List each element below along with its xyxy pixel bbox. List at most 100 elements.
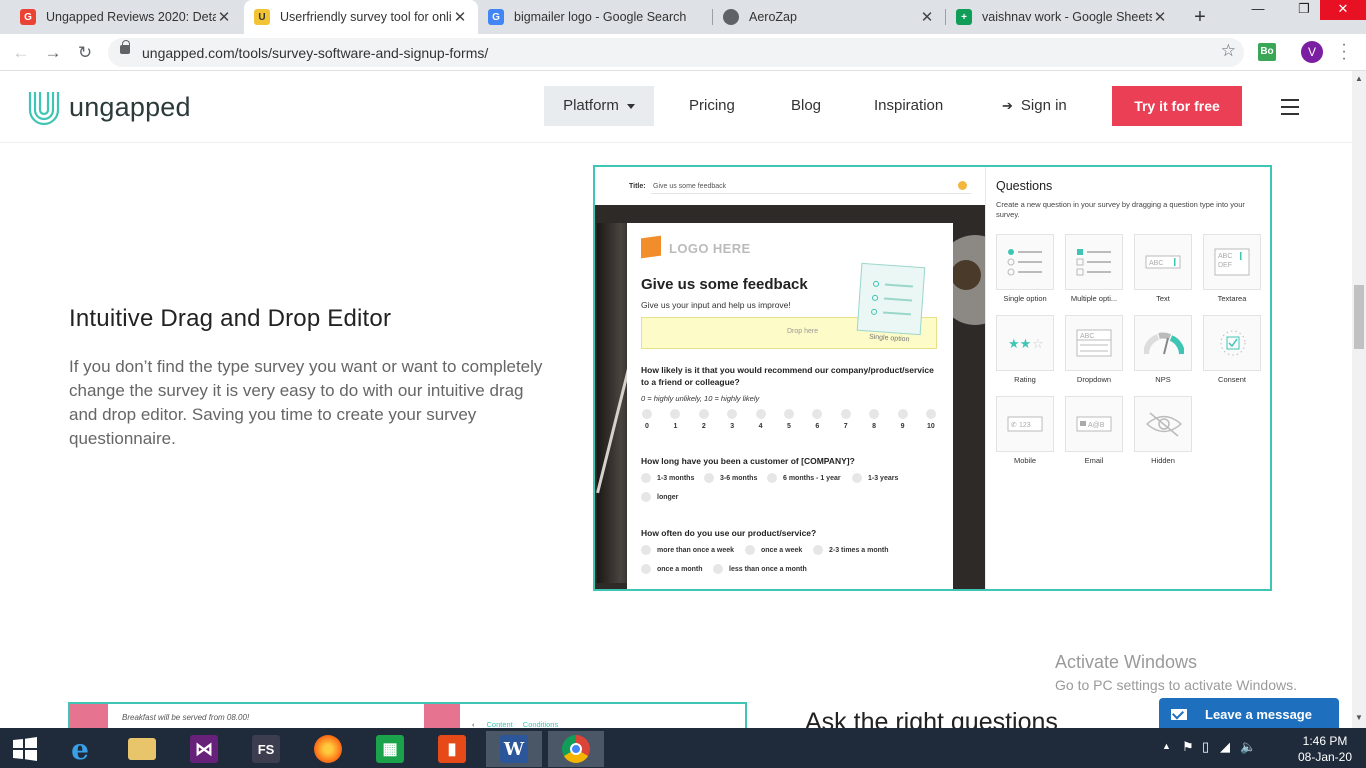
nav-signin[interactable]: ➔ Sign in — [1002, 86, 1067, 126]
radio-option[interactable]: once a month — [641, 564, 703, 574]
fs-app[interactable]: FS — [238, 731, 294, 767]
taskbar-clock[interactable]: 1:46 PM 08-Jan-20 — [1290, 733, 1360, 765]
tab-close-icon[interactable]: ✕ — [216, 8, 232, 26]
radio-option[interactable]: more than once a week — [641, 545, 734, 555]
windows-start-button[interactable] — [0, 731, 50, 767]
visual-studio-app[interactable]: ⋈ — [176, 731, 232, 767]
tab-close-icon[interactable]: ✕ — [452, 8, 468, 26]
new-tab-icon[interactable]: + — [1188, 4, 1212, 30]
radio[interactable] — [745, 545, 755, 555]
office-app[interactable]: ▮ — [424, 731, 480, 767]
reload-icon[interactable]: ↻ — [72, 40, 98, 66]
radio-option[interactable]: 3-6 months — [704, 473, 757, 483]
close-window-icon[interactable]: ✕ — [1320, 0, 1366, 20]
extension-icon[interactable]: Bo — [1258, 43, 1276, 61]
radio[interactable] — [641, 473, 651, 483]
volume-icon[interactable]: 🔈 — [1240, 739, 1256, 755]
action-center-flag-icon[interactable]: ⚑ — [1182, 739, 1194, 755]
dragged-question-card[interactable] — [856, 262, 926, 336]
radio[interactable] — [641, 492, 651, 502]
scale-option[interactable]: 3 — [726, 409, 738, 430]
radio[interactable] — [704, 473, 714, 483]
hamburger-menu-icon[interactable] — [1281, 99, 1299, 120]
question-type-rating[interactable]: ★★ ☆ — [996, 315, 1054, 371]
nav-blog[interactable]: Blog — [791, 86, 821, 126]
scale-option[interactable]: 10 — [925, 409, 937, 430]
file-explorer-app[interactable] — [114, 731, 170, 767]
scale-option[interactable]: 5 — [783, 409, 795, 430]
radio[interactable] — [698, 409, 709, 419]
leave-message-button[interactable]: Leave a message — [1159, 698, 1339, 730]
nav-platform[interactable]: Platform — [544, 86, 654, 126]
question-type-dropdown[interactable]: ABC — [1065, 315, 1123, 371]
radio[interactable] — [840, 409, 851, 419]
browser-menu-icon[interactable]: · · · — [1340, 37, 1348, 67]
store-app[interactable]: ▦ — [362, 731, 418, 767]
scroll-up-icon[interactable]: ▲ — [1355, 74, 1363, 83]
forward-icon[interactable]: → — [40, 40, 66, 66]
radio-option[interactable]: once a week — [745, 545, 802, 555]
radio[interactable] — [727, 409, 738, 419]
question-type-textarea[interactable]: ABC DEF — [1203, 234, 1261, 290]
radio[interactable] — [897, 409, 908, 419]
scale-option[interactable]: 2 — [698, 409, 710, 430]
question-type-text[interactable]: ABC — [1134, 234, 1192, 290]
radio[interactable] — [813, 545, 823, 555]
radio-option[interactable]: less than once a month — [713, 564, 807, 574]
browser-tab-active[interactable]: U Userfriendly survey tool for onli ✕ — [244, 0, 478, 34]
browser-tab[interactable]: G Ungapped Reviews 2020: Detail ✕ — [10, 0, 242, 34]
battery-icon[interactable]: ▯ — [1202, 739, 1209, 755]
radio[interactable] — [869, 409, 880, 419]
back-icon[interactable]: ← — [8, 40, 34, 66]
firefox-app[interactable] — [300, 731, 356, 767]
radio[interactable] — [852, 473, 862, 483]
browser-tab[interactable]: G bigmailer logo - Google Search — [478, 0, 712, 34]
page-scrollbar[interactable]: ▲ ▼ — [1352, 71, 1366, 728]
internet-explorer-app[interactable]: e — [52, 731, 108, 767]
radio[interactable] — [642, 409, 652, 419]
nav-pricing[interactable]: Pricing — [689, 86, 735, 126]
radio[interactable] — [641, 545, 651, 555]
profile-avatar[interactable]: V — [1301, 41, 1323, 63]
url-text[interactable]: ungapped.com/tools/survey-software-and-s… — [142, 45, 488, 61]
radio[interactable] — [713, 564, 723, 574]
nav-inspiration[interactable]: Inspiration — [874, 86, 943, 126]
scroll-down-icon[interactable]: ▼ — [1355, 713, 1363, 722]
tab-close-icon[interactable]: ✕ — [919, 8, 935, 26]
scale-option[interactable]: 9 — [897, 409, 909, 430]
tab-close-icon[interactable]: ✕ — [1152, 8, 1168, 26]
question-type-consent[interactable] — [1203, 315, 1261, 371]
radio[interactable] — [670, 409, 681, 419]
try-free-button[interactable]: Try it for free — [1112, 86, 1242, 126]
radio[interactable] — [925, 409, 936, 419]
tray-expand-icon[interactable]: ▲ — [1162, 741, 1171, 751]
browser-tab[interactable]: AeroZap ✕ — [713, 0, 945, 34]
word-app[interactable]: W — [486, 731, 542, 767]
question-type-mobile[interactable]: ✆ 123 — [996, 396, 1054, 452]
scale-option[interactable]: 7 — [840, 409, 852, 430]
scale-option[interactable]: 1 — [669, 409, 681, 430]
question-type-email[interactable]: A@B — [1065, 396, 1123, 452]
question-type-hidden[interactable] — [1134, 396, 1192, 452]
scrollbar-thumb[interactable] — [1354, 285, 1364, 349]
network-signal-icon[interactable]: ◢ — [1220, 739, 1230, 755]
radio-option[interactable]: longer — [641, 492, 678, 502]
question-type-multiple-option[interactable] — [1065, 234, 1123, 290]
radio-option[interactable]: 1-3 years — [852, 473, 898, 483]
scale-option[interactable]: 0 — [641, 409, 653, 430]
minimize-icon[interactable]: — — [1240, 0, 1276, 20]
radio-option[interactable]: 2-3 times a month — [813, 545, 889, 555]
address-bar[interactable]: ungapped.com/tools/survey-software-and-s… — [108, 38, 1244, 67]
ungapped-logo[interactable]: ungapped — [25, 88, 191, 126]
bookmark-star-icon[interactable]: ☆ — [1221, 41, 1236, 61]
scale-option[interactable]: 4 — [755, 409, 767, 430]
scale-option[interactable]: 8 — [868, 409, 880, 430]
browser-tab[interactable]: + vaishnav work - Google Sheets ✕ — [946, 0, 1178, 34]
radio[interactable] — [755, 409, 766, 419]
radio-option[interactable]: 6 months - 1 year — [767, 473, 841, 483]
radio[interactable] — [812, 409, 823, 419]
radio[interactable] — [767, 473, 777, 483]
question-type-nps[interactable] — [1134, 315, 1192, 371]
chrome-app[interactable] — [548, 731, 604, 767]
question-type-single-option[interactable] — [996, 234, 1054, 290]
